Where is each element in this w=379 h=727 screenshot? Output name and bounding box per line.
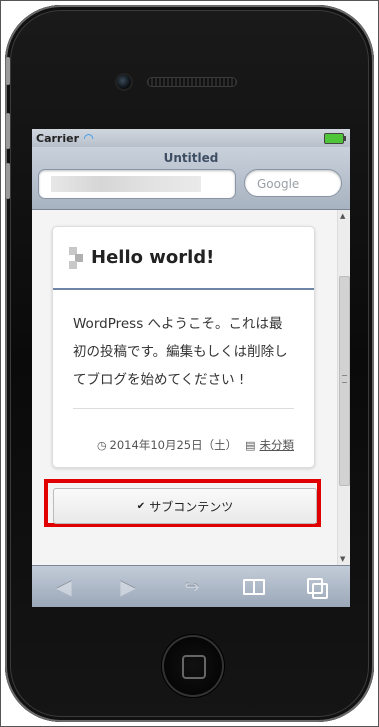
chevron-down-icon: ✔ (136, 500, 146, 512)
scroll-up-icon[interactable]: ▲ (340, 212, 345, 220)
category-link[interactable]: 未分類 (260, 437, 295, 453)
pin-icon (69, 246, 83, 269)
home-button[interactable] (162, 635, 224, 697)
scroll-grip-icon (342, 375, 347, 383)
mute-switch (6, 57, 10, 85)
screenshot-frame: Carrier ◠ Untitled Google Hello world! W… (0, 0, 379, 727)
wifi-icon: ◠ (84, 131, 94, 145)
status-bar: Carrier ◠ (32, 129, 350, 147)
post-header: Hello world! (53, 227, 314, 290)
browser-navbar: Untitled Google (32, 147, 350, 210)
scroll-down-icon[interactable]: ▼ (340, 555, 345, 563)
carrier-label: Carrier (36, 131, 80, 145)
browser-toolbar: ◀ ▶ ↪ (32, 565, 350, 607)
post-date: 2014年10月25日（土） (109, 438, 238, 452)
search-input[interactable]: Google (244, 169, 342, 197)
home-square-icon (182, 655, 206, 679)
back-icon[interactable]: ◀ (44, 566, 84, 607)
folder-icon: ▤ (245, 438, 256, 452)
page-title: Untitled (163, 151, 219, 165)
subcontent-label: サブコンテンツ (149, 499, 234, 514)
pages-button[interactable] (296, 566, 336, 607)
scrollbar-thumb[interactable] (339, 276, 350, 486)
phone-screen: Carrier ◠ Untitled Google Hello world! W… (32, 129, 350, 607)
front-camera (117, 75, 131, 89)
scrollbar[interactable]: ▲ ▼ (337, 210, 350, 565)
page-content: Hello world! WordPress へようこそ。これは最初の投稿です。… (32, 210, 350, 565)
share-icon[interactable]: ↪ (172, 566, 212, 607)
post-meta: ◷ 2014年10月25日（土） ▤ 未分類 (97, 437, 294, 453)
bookmarks-icon (243, 579, 265, 595)
url-field[interactable] (38, 169, 236, 199)
subcontent-button[interactable]: ✔ サブコンテンツ (53, 488, 317, 524)
post-divider (73, 408, 294, 409)
volume-up-button (6, 113, 10, 149)
post-title[interactable]: Hello world! (91, 247, 214, 268)
post-body: WordPress へようこそ。これは最初の投稿です。編集もしくは削除してブログ… (73, 316, 288, 388)
post-card: Hello world! WordPress へようこそ。これは最初の投稿です。… (52, 226, 315, 468)
url-text-blurred (51, 176, 201, 192)
volume-down-button (6, 163, 10, 199)
forward-icon[interactable]: ▶ (108, 566, 148, 607)
battery-icon (324, 133, 346, 144)
earpiece-speaker (147, 77, 237, 87)
pages-icon (307, 578, 328, 599)
clock-icon: ◷ (96, 438, 107, 452)
bookmarks-button[interactable] (234, 566, 274, 607)
